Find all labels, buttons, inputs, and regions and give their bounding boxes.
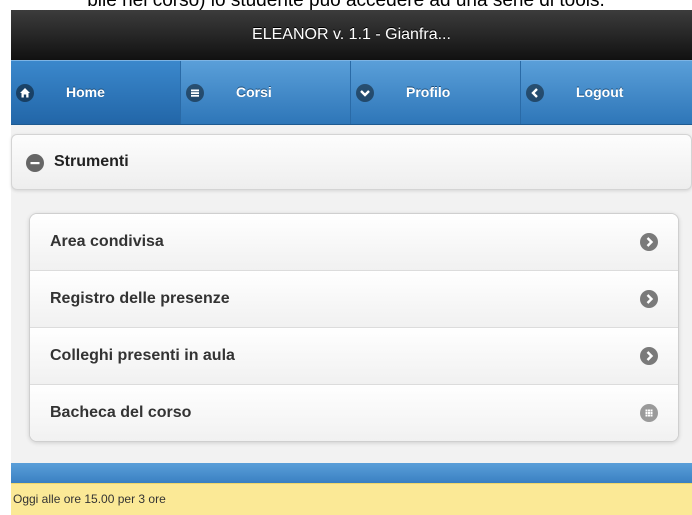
nav-logout-button[interactable]: Logout (521, 61, 692, 124)
nav-home-label: Home (66, 84, 105, 100)
app-title: ELEANOR v. 1.1 - Gianfra... (11, 10, 692, 60)
tool-item-bacheca-corso[interactable]: Bacheca del corso (30, 385, 678, 441)
tool-item-registro-presenze[interactable]: Registro delle presenze (30, 271, 678, 328)
tool-item-label: Colleghi presenti in aula (50, 347, 235, 364)
minus-icon (26, 154, 44, 172)
home-icon (16, 84, 34, 102)
arrow-right-icon (640, 347, 658, 365)
footer-bar (11, 463, 692, 483)
nav-home-button[interactable]: Home (11, 61, 181, 124)
tools-list: Area condivisa Registro delle presenze C… (29, 213, 679, 442)
tool-item-label: Area condivisa (50, 233, 164, 250)
schedule-notice: Oggi alle ore 15.00 per 3 ore (11, 483, 692, 515)
arrow-right-icon (640, 233, 658, 251)
nav-bar: Home Corsi Profilo Logout (11, 60, 692, 125)
strumenti-collapsible-header[interactable]: Strumenti (11, 134, 692, 190)
strumenti-title: Strumenti (54, 153, 129, 170)
nav-profilo-button[interactable]: Profilo (351, 61, 521, 124)
arrow-right-icon (640, 290, 658, 308)
nav-corsi-button[interactable]: Corsi (181, 61, 351, 124)
mobile-app: ELEANOR v. 1.1 - Gianfra... Home Corsi P… (11, 10, 692, 515)
bars-icon (186, 84, 204, 102)
tool-item-colleghi-presenti[interactable]: Colleghi presenti in aula (30, 328, 678, 385)
tool-item-label: Registro delle presenze (50, 290, 230, 307)
nav-corsi-label: Corsi (236, 84, 272, 100)
chevron-down-icon (356, 84, 374, 102)
tool-item-area-condivisa[interactable]: Area condivisa (30, 214, 678, 271)
nav-logout-label: Logout (576, 84, 624, 100)
tool-item-label: Bacheca del corso (50, 404, 192, 421)
nav-profilo-label: Profilo (406, 84, 451, 100)
chevron-left-icon (526, 84, 544, 102)
grid-icon (640, 404, 658, 422)
